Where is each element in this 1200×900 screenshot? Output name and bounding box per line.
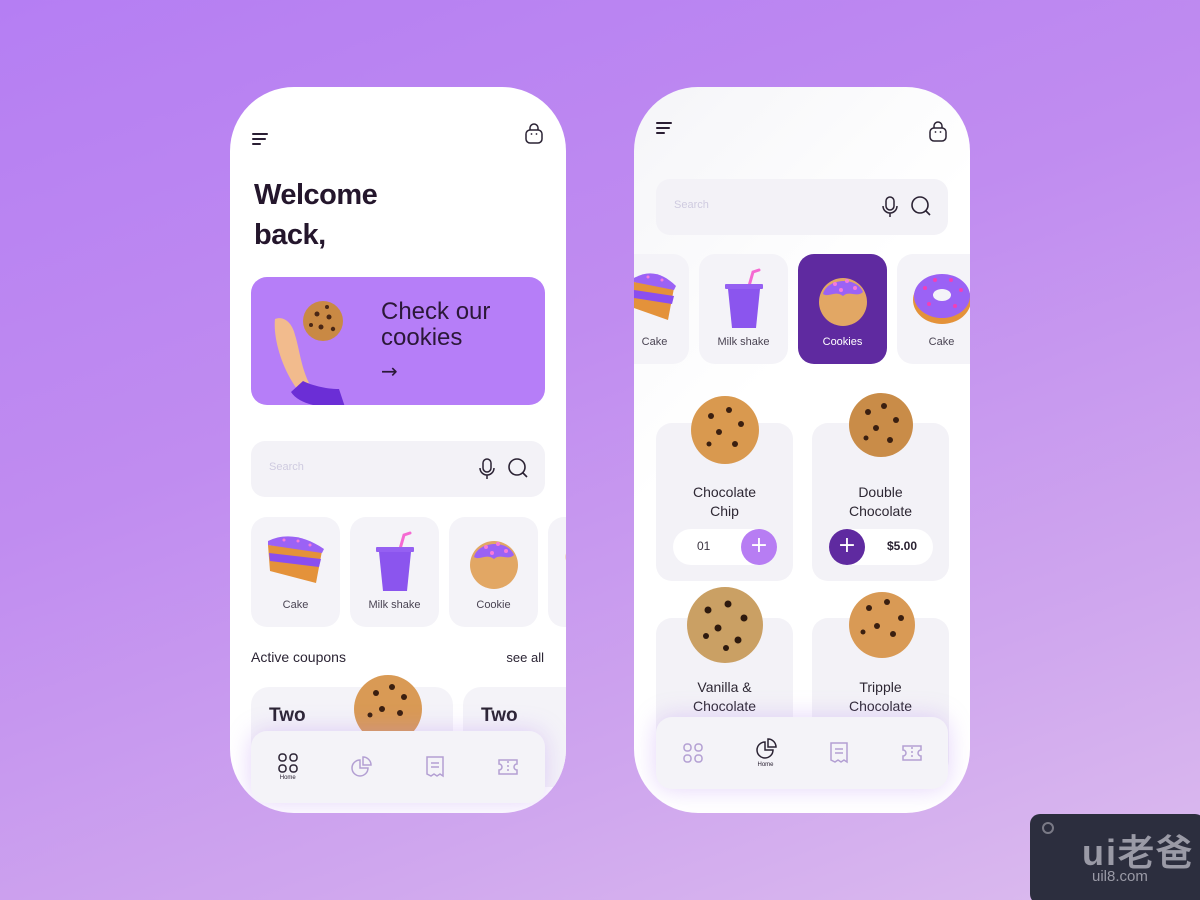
product-name-line: Vanilla & [697, 679, 752, 695]
product-name-line: Tripple [859, 679, 902, 695]
see-all-link[interactable]: see all [506, 650, 544, 665]
product-name-line: Chocolate [692, 698, 757, 714]
title-line-1: Welcome [254, 179, 378, 211]
category-label: Milk shake [717, 336, 770, 348]
coupon-title: Two [269, 705, 306, 726]
arrow-right-icon[interactable]: → [381, 359, 398, 383]
pie-chart-icon [755, 738, 777, 759]
bottom-navigation: Home [251, 731, 545, 803]
chocolate-chip-cookie-image [691, 396, 759, 464]
product-name-line: Chocolate [848, 503, 913, 519]
nav-home[interactable]: Home [263, 753, 313, 781]
cake-illustration [634, 273, 676, 320]
vanilla-chocolate-cookie-image [687, 587, 763, 663]
search-placeholder: Search [269, 461, 304, 473]
nav-home-label: Home [757, 762, 774, 768]
product-name-line: Chocolate [692, 484, 757, 500]
category-milk-shake[interactable]: Milk shake [699, 254, 788, 364]
hamburger-menu-icon[interactable] [656, 122, 674, 136]
category-cookie[interactable]: Cookie [449, 517, 538, 627]
watermark-badge: ui老爸 uil8.com [1030, 814, 1200, 900]
milkshake-illustration [375, 531, 414, 591]
watermark-url: uil8.com [1092, 868, 1148, 885]
title-line-2: back, [254, 219, 326, 251]
product-name: Chocolate Chip [656, 483, 793, 521]
category-cookies-active[interactable]: Cookies [798, 254, 887, 364]
nav-orders[interactable] [410, 756, 460, 778]
promo-banner[interactable]: Check our cookies → [251, 277, 545, 405]
category-partial[interactable] [548, 517, 566, 627]
search-icon[interactable] [910, 195, 932, 223]
coupons-header: Active coupons see all [251, 649, 544, 665]
nav-orders[interactable] [814, 742, 864, 764]
grid-icon [682, 743, 703, 763]
banner-headline: Check our cookies [381, 299, 490, 351]
product-name-line: Chip [710, 503, 739, 519]
shopping-bag-icon[interactable] [928, 121, 948, 147]
add-to-cart-button[interactable]: + [829, 529, 865, 565]
category-label: Cookies [822, 336, 863, 348]
category-cake[interactable]: Cake [634, 254, 689, 364]
section-title: Active coupons [251, 649, 346, 665]
product-price: $5.00 [886, 539, 917, 553]
cookie-illustration [818, 278, 867, 326]
category-label: Cake [282, 599, 309, 611]
hamburger-menu-icon[interactable] [252, 133, 270, 147]
category-label: Cookie [476, 599, 511, 611]
price-pill: + $5.00 [829, 529, 933, 565]
receipt-icon [829, 742, 848, 764]
partial-item-illustration [565, 553, 566, 560]
category-label: Cake [928, 336, 955, 348]
nav-home-label: Home [279, 775, 296, 781]
page-title: Welcome back, [254, 175, 378, 255]
nav-home[interactable]: Home [741, 738, 791, 768]
hand-cookie-illustration [274, 301, 345, 405]
search-placeholder: Search [674, 199, 709, 211]
search-icon[interactable] [507, 457, 529, 485]
nav-coupons[interactable] [483, 758, 533, 776]
microphone-icon[interactable] [880, 195, 900, 223]
ticket-icon [901, 745, 922, 761]
banner-line-1: Check our [381, 298, 491, 325]
receipt-icon [426, 756, 444, 778]
tripple-chocolate-cookie-image [849, 592, 915, 658]
grid-icon [278, 753, 298, 773]
watermark-hole [1042, 822, 1054, 834]
product-name: Tripple Chocolate [812, 678, 949, 716]
category-list: Cake Milk shake Cookies Cake [634, 254, 970, 364]
category-label: Milk shake [368, 599, 421, 611]
add-button[interactable]: + [741, 529, 777, 565]
category-donut[interactable]: Cake [897, 254, 970, 364]
banner-line-2: cookies [381, 324, 463, 351]
category-list: Cake Milk shake Cookie [251, 517, 566, 627]
nav-grid[interactable] [668, 743, 718, 763]
quantity-value: 01 [697, 539, 711, 553]
search-field[interactable]: Search [656, 179, 948, 235]
phone-screen-cookies: Search Cake Milk shake Cookies Cake Choc… [634, 87, 970, 813]
cookie-illustration [469, 541, 518, 589]
double-chocolate-cookie-image [849, 393, 913, 457]
product-name-line: Double [858, 484, 903, 500]
category-milk-shake[interactable]: Milk shake [350, 517, 439, 627]
nav-coupons[interactable] [887, 744, 937, 762]
product-name: Vanilla & Chocolate [656, 678, 793, 716]
pie-chart-icon [351, 756, 373, 777]
coupon-title: Two [481, 705, 518, 726]
cake-illustration [267, 536, 324, 583]
shopping-bag-icon[interactable] [524, 123, 544, 149]
donut-illustration [912, 274, 970, 324]
ticket-icon [498, 759, 518, 775]
bottom-navigation: Home [656, 717, 948, 789]
search-field[interactable]: Search [251, 441, 545, 497]
product-name-line: Chocolate [848, 698, 913, 714]
microphone-icon[interactable] [477, 457, 497, 485]
phone-screen-home: Welcome back, Check our cookies → Search [230, 87, 566, 813]
category-label: Cake [641, 336, 668, 348]
quantity-stepper[interactable]: 01 + [673, 529, 777, 565]
category-cake[interactable]: Cake [251, 517, 340, 627]
product-name: Double Chocolate [812, 483, 949, 521]
nav-stats[interactable] [336, 756, 386, 778]
milkshake-illustration [724, 268, 763, 328]
